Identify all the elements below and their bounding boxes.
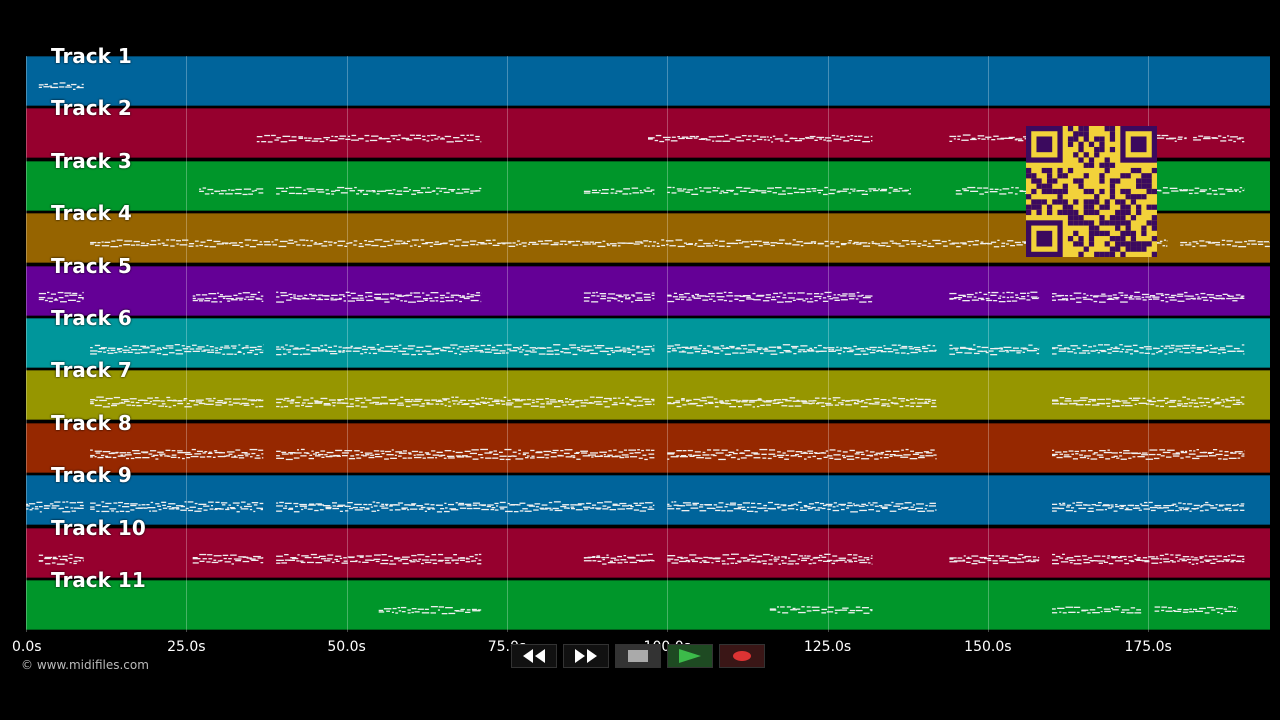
record-circle-icon xyxy=(733,651,751,661)
track-label: Track 8 xyxy=(51,410,132,435)
track-label: Track 7 xyxy=(51,358,132,383)
track-label: Track 1 xyxy=(51,44,132,68)
track-label: Track 11 xyxy=(51,568,146,592)
track-lane xyxy=(26,265,1270,316)
qr-code-icon xyxy=(1026,126,1157,257)
gridline xyxy=(26,56,27,632)
track-label: Track 6 xyxy=(51,306,132,330)
time-tick-label: 50.0s xyxy=(327,639,366,655)
time-tick-label: 150.0s xyxy=(964,639,1012,655)
track-label: Track 3 xyxy=(51,148,132,173)
track-lane xyxy=(26,318,1270,368)
stop-square-icon xyxy=(628,650,648,662)
forward-button[interactable] xyxy=(563,644,609,668)
gridline xyxy=(987,56,989,632)
gridline xyxy=(186,56,188,632)
stop-button[interactable] xyxy=(615,644,661,668)
record-button[interactable] xyxy=(719,644,765,668)
gridline xyxy=(346,56,348,632)
double-left-arrow-icon xyxy=(523,649,545,663)
qr-code-image xyxy=(1026,126,1157,257)
gridline xyxy=(667,56,669,632)
rewind-button[interactable] xyxy=(511,644,557,668)
track-lane xyxy=(26,370,1270,421)
track-lane xyxy=(26,56,1270,106)
play-triangle-icon xyxy=(679,649,701,663)
gridline xyxy=(827,56,829,632)
track-lane xyxy=(26,422,1270,473)
track-label: Track 5 xyxy=(51,253,132,278)
time-tick-label: 175.0s xyxy=(1124,639,1172,655)
double-right-arrow-icon xyxy=(575,649,597,663)
track-label: Track 2 xyxy=(51,96,132,121)
playback-controls xyxy=(511,644,769,670)
play-button[interactable] xyxy=(667,644,713,668)
time-tick-label: 125.0s xyxy=(803,639,852,655)
track-lane xyxy=(26,580,1270,630)
track-label: Track 10 xyxy=(51,515,146,540)
track-label: Track 4 xyxy=(51,201,132,226)
time-tick-label: 0.0s xyxy=(12,639,42,655)
track-lane xyxy=(26,475,1270,526)
copyright-text: © www.midifiles.com xyxy=(21,658,149,672)
track-lane xyxy=(26,527,1270,578)
track-label: Track 9 xyxy=(51,463,132,488)
time-tick-label: 25.0s xyxy=(167,639,206,655)
gridline xyxy=(506,56,508,632)
